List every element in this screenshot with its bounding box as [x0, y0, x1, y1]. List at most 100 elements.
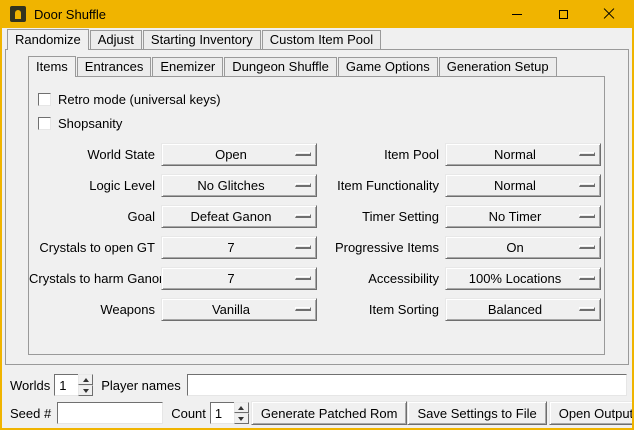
dropdown-indicator-icon	[295, 245, 311, 249]
crystals-ganon-value: 7	[227, 271, 234, 286]
item-functionality-value: Normal	[494, 178, 536, 193]
crystals-gt-label: Crystals to open GT	[29, 240, 155, 255]
open-output-directory-button[interactable]: Open Output Directory	[549, 401, 632, 425]
worlds-spin-buttons	[78, 374, 93, 396]
dropdown-indicator-icon	[295, 183, 311, 187]
titlebar[interactable]: Door Shuffle	[2, 0, 632, 28]
close-icon	[603, 8, 615, 20]
worlds-input[interactable]	[54, 374, 78, 396]
retro-mode-checkbox[interactable]	[38, 93, 51, 106]
worlds-row: Worlds Player names	[10, 374, 627, 396]
generate-patched-rom-button[interactable]: Generate Patched Rom	[251, 401, 408, 425]
tab-adjust[interactable]: Adjust	[90, 30, 142, 49]
progressive-items-value: On	[506, 240, 523, 255]
goal-value: Defeat Ganon	[191, 209, 272, 224]
worlds-spinner	[54, 374, 93, 396]
seed-input[interactable]	[57, 402, 163, 424]
dropdown-indicator-icon	[579, 276, 595, 280]
dropdown-indicator-icon	[295, 152, 311, 156]
item-pool-value: Normal	[494, 147, 536, 162]
dropdown-indicator-icon	[295, 214, 311, 218]
window-title: Door Shuffle	[34, 7, 106, 22]
count-spinner	[210, 402, 249, 424]
minimize-icon	[512, 14, 522, 15]
player-names-input[interactable]	[187, 374, 627, 396]
count-spin-up-button[interactable]	[234, 402, 249, 413]
item-functionality-label: Item Functionality	[323, 178, 439, 193]
accessibility-value: 100% Locations	[469, 271, 562, 286]
tab-items[interactable]: Items	[28, 56, 76, 77]
shopsanity-checkbox-row[interactable]: Shopsanity	[38, 111, 604, 135]
player-names-label: Player names	[101, 378, 180, 393]
window: Door Shuffle Randomize Adjust Starting I…	[0, 0, 634, 430]
crystals-ganon-dropdown[interactable]: 7	[161, 267, 317, 290]
save-settings-button[interactable]: Save Settings to File	[407, 401, 546, 425]
bottom-controls: Worlds Player names Seed # Count	[2, 365, 632, 425]
tab-dungeon-shuffle[interactable]: Dungeon Shuffle	[224, 57, 337, 76]
logic-level-label: Logic Level	[29, 178, 155, 193]
item-pool-dropdown[interactable]: Normal	[445, 143, 601, 166]
item-sorting-dropdown[interactable]: Balanced	[445, 298, 601, 321]
accessibility-dropdown[interactable]: 100% Locations	[445, 267, 601, 290]
dropdown-indicator-icon	[295, 307, 311, 311]
maximize-button[interactable]	[540, 0, 586, 28]
items-pane: Retro mode (universal keys) Shopsanity W…	[28, 76, 605, 355]
arrow-down-icon	[83, 389, 89, 393]
item-sorting-label: Item Sorting	[323, 302, 439, 317]
progressive-items-label: Progressive Items	[323, 240, 439, 255]
tab-entrances[interactable]: Entrances	[77, 57, 152, 76]
worlds-spin-up-button[interactable]	[78, 374, 93, 385]
arrow-up-icon	[238, 406, 244, 410]
weapons-dropdown[interactable]: Vanilla	[161, 298, 317, 321]
crystals-gt-value: 7	[227, 240, 234, 255]
seed-row: Seed # Count Generate Patched Rom Save S…	[10, 401, 627, 425]
retro-mode-label: Retro mode (universal keys)	[58, 92, 221, 107]
count-input[interactable]	[210, 402, 234, 424]
dropdown-indicator-icon	[579, 183, 595, 187]
seed-label: Seed #	[10, 406, 51, 421]
world-state-label: World State	[29, 147, 155, 162]
shopsanity-label: Shopsanity	[58, 116, 122, 131]
app-icon	[10, 6, 26, 22]
dropdown-indicator-icon	[295, 276, 311, 280]
count-spin-down-button[interactable]	[234, 413, 249, 424]
item-sorting-value: Balanced	[488, 302, 542, 317]
tab-enemizer[interactable]: Enemizer	[152, 57, 223, 76]
goal-dropdown[interactable]: Defeat Ganon	[161, 205, 317, 228]
logic-level-value: No Glitches	[197, 178, 264, 193]
dropdown-indicator-icon	[579, 152, 595, 156]
dropdown-indicator-icon	[579, 307, 595, 311]
tab-generation-setup[interactable]: Generation Setup	[439, 57, 557, 76]
tab-randomize[interactable]: Randomize	[7, 29, 89, 50]
crystals-ganon-label: Crystals to harm Ganon	[29, 271, 155, 286]
tab-game-options[interactable]: Game Options	[338, 57, 438, 76]
shopsanity-checkbox[interactable]	[38, 117, 51, 130]
arrow-down-icon	[238, 417, 244, 421]
window-content: Randomize Adjust Starting Inventory Cust…	[2, 28, 632, 428]
progressive-items-dropdown[interactable]: On	[445, 236, 601, 259]
count-label: Count	[171, 406, 206, 421]
timer-setting-label: Timer Setting	[323, 209, 439, 224]
crystals-gt-dropdown[interactable]: 7	[161, 236, 317, 259]
item-pool-label: Item Pool	[323, 147, 439, 162]
minimize-button[interactable]	[494, 0, 540, 28]
count-spin-buttons	[234, 402, 249, 424]
tab-starting-inventory[interactable]: Starting Inventory	[143, 30, 261, 49]
world-state-dropdown[interactable]: Open	[161, 143, 317, 166]
logic-level-dropdown[interactable]: No Glitches	[161, 174, 317, 197]
close-button[interactable]	[586, 0, 632, 28]
world-state-value: Open	[215, 147, 247, 162]
worlds-spin-down-button[interactable]	[78, 385, 93, 396]
randomize-pane: Items Entrances Enemizer Dungeon Shuffle…	[5, 49, 629, 365]
options-grid: World State Open Item Pool Normal Logic …	[29, 143, 604, 321]
checkbox-group: Retro mode (universal keys) Shopsanity	[29, 77, 604, 135]
timer-setting-dropdown[interactable]: No Timer	[445, 205, 601, 228]
tab-custom-item-pool[interactable]: Custom Item Pool	[262, 30, 381, 49]
main-tab-bar: Randomize Adjust Starting Inventory Cust…	[2, 28, 632, 49]
item-functionality-dropdown[interactable]: Normal	[445, 174, 601, 197]
goal-label: Goal	[29, 209, 155, 224]
sub-tab-bar: Items Entrances Enemizer Dungeon Shuffle…	[6, 56, 628, 76]
dropdown-indicator-icon	[579, 214, 595, 218]
weapons-label: Weapons	[29, 302, 155, 317]
retro-mode-checkbox-row[interactable]: Retro mode (universal keys)	[38, 87, 604, 111]
